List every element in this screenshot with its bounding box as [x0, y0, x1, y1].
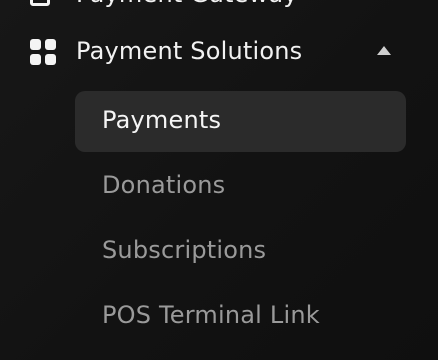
caret-up-icon[interactable]	[377, 46, 391, 55]
sidebar-item-label: Payments	[102, 106, 222, 134]
sidebar-item-label: Subscriptions	[102, 236, 267, 264]
sidebar-item-subscriptions[interactable]: Subscriptions	[75, 221, 406, 282]
sidebar-item-label: POS Terminal Link	[102, 301, 320, 329]
sidebar-item-pos-terminal-link[interactable]: POS Terminal Link	[75, 286, 406, 347]
grid-icon	[30, 39, 58, 67]
sidebar-item-label: Donations	[102, 171, 226, 199]
document-icon	[30, 0, 50, 6]
sidebar-section-payment-solutions[interactable]: Payment Solutions	[0, 30, 438, 74]
sidebar-item-label: Payment Gateway	[76, 0, 298, 8]
section-label: Payment Solutions	[76, 37, 303, 65]
sidebar-item-previous[interactable]: Payment Gateway	[0, 0, 438, 12]
sidebar-item-donations[interactable]: Donations	[75, 156, 406, 217]
sidebar-item-payments[interactable]: Payments	[75, 91, 406, 152]
